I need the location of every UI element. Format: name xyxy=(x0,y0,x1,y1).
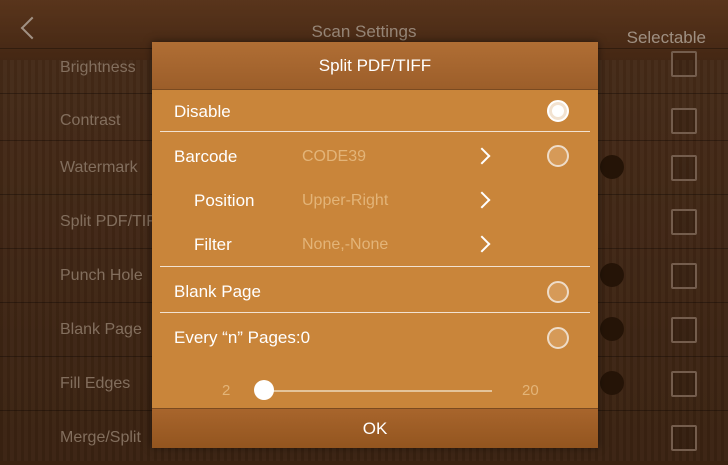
slider-thumb[interactable] xyxy=(254,380,274,400)
pages-slider-track[interactable] xyxy=(264,390,492,392)
chevron-right-icon[interactable] xyxy=(473,235,491,253)
radio-barcode[interactable] xyxy=(547,145,569,167)
filter-value: None,-None xyxy=(302,236,389,253)
position-value: Upper-Right xyxy=(302,192,389,209)
radio-every-n-pages[interactable] xyxy=(547,327,569,349)
ok-label: OK xyxy=(362,419,388,438)
barcode-value: CODE39 xyxy=(302,148,367,165)
radio-disable[interactable] xyxy=(547,100,569,122)
option-blank-page[interactable]: Blank Page xyxy=(152,268,598,312)
option-label: Barcode xyxy=(174,147,238,166)
option-label: Disable xyxy=(174,102,231,121)
chevron-right-icon[interactable] xyxy=(473,147,491,165)
option-filter[interactable]: Filter None,-None xyxy=(152,222,598,266)
option-label: Every “n” Pages:0 xyxy=(174,328,311,347)
dialog-header: Split PDF/TIFF xyxy=(152,42,598,90)
divider xyxy=(160,131,590,132)
option-position[interactable]: Position Upper-Right xyxy=(152,178,598,222)
slider-max-label: 20 xyxy=(522,382,539,399)
option-disable[interactable]: Disable xyxy=(152,89,598,131)
dialog-title: Split PDF/TIFF xyxy=(318,56,432,75)
option-label: Blank Page xyxy=(174,282,261,301)
ok-button[interactable]: OK xyxy=(152,408,598,448)
divider xyxy=(160,266,590,267)
slider-min-label: 2 xyxy=(222,382,231,399)
chevron-right-icon[interactable] xyxy=(473,191,491,209)
option-label: Filter xyxy=(194,235,232,254)
option-label: Position xyxy=(194,191,255,210)
option-barcode[interactable]: Barcode CODE39 xyxy=(152,134,598,178)
divider xyxy=(160,312,590,313)
option-every-n-pages[interactable]: Every “n” Pages:0 xyxy=(152,314,598,358)
radio-blank-page[interactable] xyxy=(547,281,569,303)
split-pdf-dialog: Split PDF/TIFF Disable Barcode CODE39 Po… xyxy=(152,42,598,448)
